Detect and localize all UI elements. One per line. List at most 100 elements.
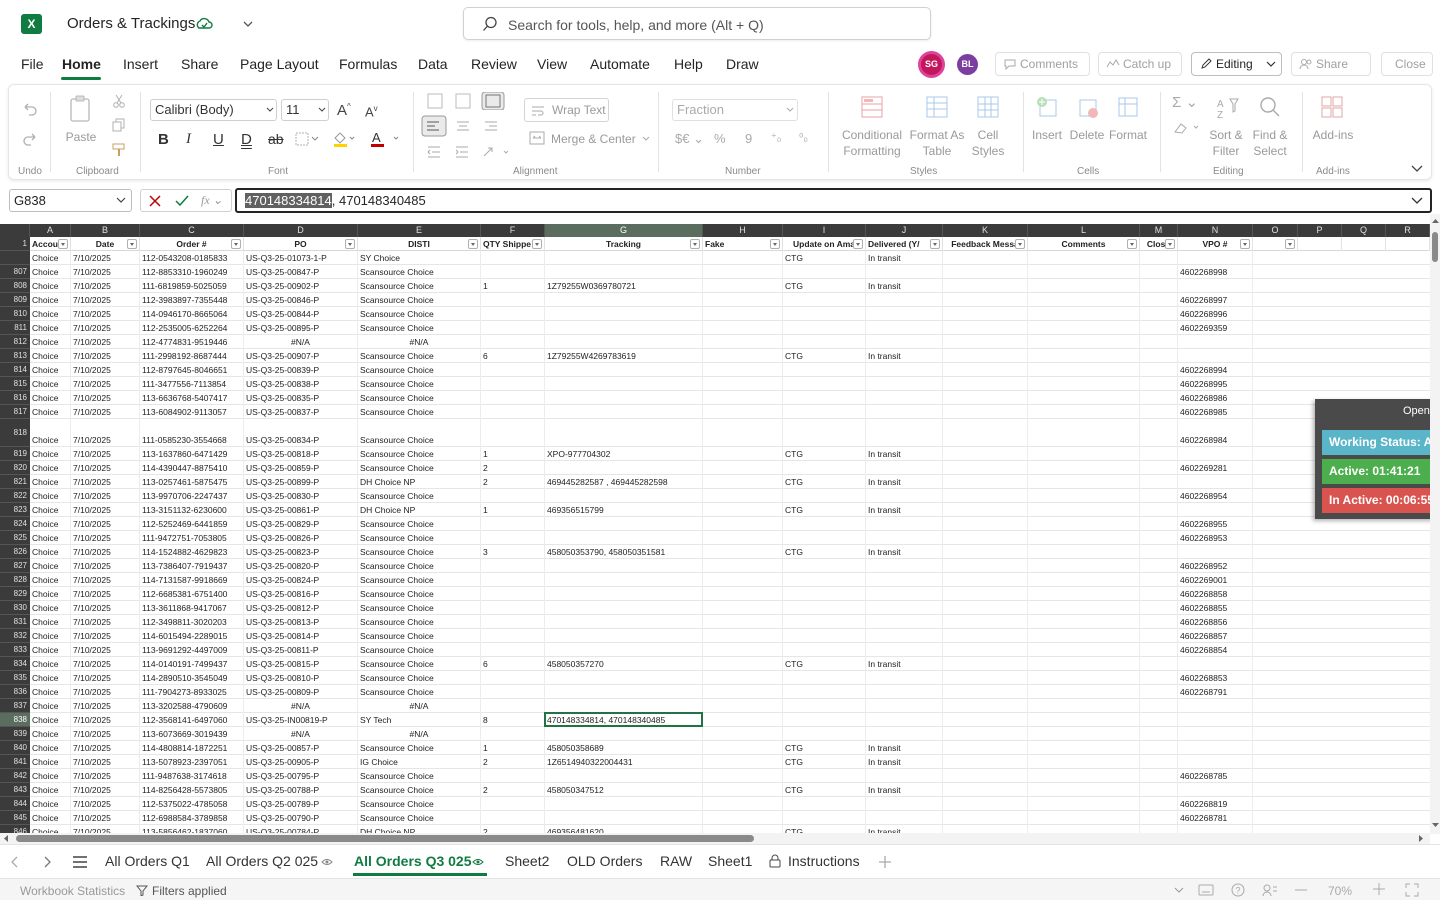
table-cell[interactable]: [943, 307, 1028, 321]
table-cell[interactable]: [1028, 363, 1140, 377]
table-cell[interactable]: [545, 797, 703, 811]
table-cell[interactable]: Scansource Choice: [358, 559, 481, 573]
search-input[interactable]: Search for tools, help, and more (Alt + …: [463, 7, 931, 40]
table-cell[interactable]: 7/10/2025: [71, 755, 140, 769]
table-cell[interactable]: [703, 377, 783, 391]
table-cell[interactable]: [783, 419, 866, 447]
table-cell[interactable]: 7/10/2025: [71, 489, 140, 503]
table-cell[interactable]: 4602268953: [1178, 531, 1253, 545]
filter-dropdown-icon[interactable]: [853, 239, 863, 249]
table-cell[interactable]: 8: [481, 713, 545, 727]
table-cell[interactable]: [1140, 755, 1178, 769]
table-cell[interactable]: [943, 475, 1028, 489]
table-cell[interactable]: 4602268997: [1178, 293, 1253, 307]
table-cell[interactable]: [866, 671, 943, 685]
table-cell[interactable]: [943, 335, 1028, 349]
table-cell[interactable]: In transit: [866, 545, 943, 559]
table-cell[interactable]: 112-6988584-3789858: [140, 811, 244, 825]
column-header-k[interactable]: K: [943, 224, 1028, 237]
table-cell[interactable]: [866, 727, 943, 741]
table-cell[interactable]: [866, 461, 943, 475]
table-cell[interactable]: 7/10/2025: [71, 349, 140, 363]
increase-decimal-icon[interactable]: ⁺₀: [771, 131, 781, 144]
table-cell[interactable]: [783, 461, 866, 475]
table-cell[interactable]: [1140, 447, 1178, 461]
increase-font-icon[interactable]: A^: [337, 102, 351, 119]
table-cell[interactable]: [545, 559, 703, 573]
table-cell[interactable]: In transit: [866, 657, 943, 671]
table-cell[interactable]: [481, 587, 545, 601]
expand-formula-icon[interactable]: [1411, 197, 1423, 205]
table-cell[interactable]: [1140, 461, 1178, 475]
table-cell[interactable]: [703, 475, 783, 489]
zoom-in-icon[interactable]: [1373, 883, 1385, 895]
table-cell[interactable]: [1140, 727, 1178, 741]
table-cell[interactable]: [943, 769, 1028, 783]
table-cell[interactable]: [545, 461, 703, 475]
table-cell[interactable]: 1: [481, 279, 545, 293]
filter-dropdown-icon[interactable]: [127, 239, 137, 249]
table-cell[interactable]: US-Q3-25-00905-P: [244, 755, 358, 769]
table-cell[interactable]: [703, 573, 783, 587]
table-cell[interactable]: [1178, 503, 1253, 517]
table-cell[interactable]: Scansource Choice: [358, 377, 481, 391]
bold-icon[interactable]: B: [158, 131, 169, 148]
table-cell[interactable]: Choice: [30, 615, 71, 629]
table-cell[interactable]: [866, 293, 943, 307]
row-header[interactable]: 837: [0, 699, 30, 713]
table-cell[interactable]: 113-1637860-6471429: [140, 447, 244, 461]
table-cell[interactable]: [1028, 447, 1140, 461]
table-cell[interactable]: [545, 671, 703, 685]
table-cell[interactable]: 1Z79255W4269783619: [545, 349, 703, 363]
table-cell[interactable]: CTG: [783, 475, 866, 489]
keyboard-icon[interactable]: [1198, 884, 1214, 896]
menu-review[interactable]: Review: [471, 56, 517, 72]
table-cell[interactable]: US-Q3-25-00859-P: [244, 461, 358, 475]
catch-up-button[interactable]: Catch up: [1098, 52, 1182, 76]
column-header-h[interactable]: H: [703, 224, 783, 237]
table-cell[interactable]: [1140, 251, 1178, 265]
table-cell[interactable]: US-Q3-25-00823-P: [244, 545, 358, 559]
table-cell[interactable]: Scansource Choice: [358, 349, 481, 363]
table-cell[interactable]: Scansource Choice: [358, 657, 481, 671]
table-cell[interactable]: 1: [481, 741, 545, 755]
table-cell[interactable]: [1028, 587, 1140, 601]
zoom-level[interactable]: 70%: [1328, 884, 1352, 898]
row-header[interactable]: 814: [0, 363, 30, 377]
table-cell[interactable]: [703, 825, 783, 833]
table-cell[interactable]: [783, 727, 866, 741]
table-cell[interactable]: Choice: [30, 643, 71, 657]
table-cell[interactable]: [703, 811, 783, 825]
table-cell[interactable]: [1028, 405, 1140, 419]
table-cell[interactable]: 7/10/2025: [71, 811, 140, 825]
table-cell[interactable]: [866, 307, 943, 321]
table-cell[interactable]: [1028, 461, 1140, 475]
table-cell[interactable]: [703, 769, 783, 783]
table-cell[interactable]: 4602268954: [1178, 489, 1253, 503]
table-cell[interactable]: [1140, 573, 1178, 587]
table-cell[interactable]: 114-0140191-7499437: [140, 657, 244, 671]
table-cell[interactable]: [481, 797, 545, 811]
table-cell[interactable]: 7/10/2025: [71, 503, 140, 517]
table-cell[interactable]: SY Tech: [358, 713, 481, 727]
table-cell[interactable]: 4602268994: [1178, 363, 1253, 377]
table-cell[interactable]: [1028, 629, 1140, 643]
table-cell[interactable]: [943, 727, 1028, 741]
table-cell[interactable]: 113-3151132-6230600: [140, 503, 244, 517]
table-cell[interactable]: [1028, 811, 1140, 825]
filter-dropdown-icon[interactable]: [930, 239, 940, 249]
table-cell[interactable]: [1028, 475, 1140, 489]
column-header-p[interactable]: P: [1298, 224, 1342, 237]
table-cell[interactable]: 111-3477556-7113854: [140, 377, 244, 391]
find-icon[interactable]: [1259, 96, 1281, 118]
table-cell[interactable]: 114-7131587-9918669: [140, 573, 244, 587]
table-cell[interactable]: [545, 643, 703, 657]
table-cell[interactable]: [481, 769, 545, 783]
table-cell[interactable]: [703, 629, 783, 643]
menu-automate[interactable]: Automate: [590, 56, 650, 72]
italic-icon[interactable]: I: [186, 131, 191, 148]
table-cell[interactable]: 1Z79255W0369780721: [545, 279, 703, 293]
menu-home[interactable]: Home: [62, 56, 101, 72]
table-cell[interactable]: 7/10/2025: [71, 475, 140, 489]
table-cell[interactable]: 7/10/2025: [71, 377, 140, 391]
